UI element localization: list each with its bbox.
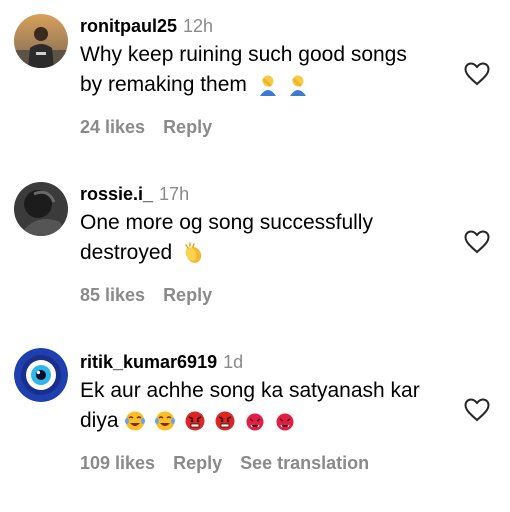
likes-count[interactable]: 85 likes (80, 285, 145, 305)
comment-text-line: One more og song successfully (80, 211, 373, 234)
timestamp: 17h (159, 184, 190, 204)
comment-text-line: by remaking them (80, 73, 247, 96)
username[interactable]: rossie.i_ (80, 184, 153, 204)
emoji-row (257, 74, 317, 97)
comment-actions: 24 likes Reply (80, 116, 450, 138)
comment-text-line-2: destroyed (80, 238, 450, 268)
face-with-tears-of-joy-emoji (125, 411, 146, 431)
comment-text: Why keep ruining such good songs by rema… (80, 40, 450, 100)
avatar[interactable] (14, 182, 68, 236)
reply-button[interactable]: Reply (163, 117, 212, 137)
ogre-emoji (276, 413, 295, 431)
see-translation-button[interactable]: See translation (240, 453, 369, 473)
comment-meta: ronitpaul25 12h (80, 14, 450, 38)
comment-text-line: Why keep ruining such good songs (80, 43, 407, 66)
angry-face-emoji (215, 411, 235, 431)
comment-text-line: diya (80, 409, 119, 432)
comment-meta: rossie.i_ 17h (80, 182, 450, 206)
clapping-hands-emoji (185, 242, 202, 264)
person-facepalming-emoji (289, 75, 306, 97)
avatar[interactable] (14, 348, 68, 402)
emoji-row (124, 410, 304, 432)
person-facepalming-emoji (259, 75, 276, 97)
likes-count[interactable]: 24 likes (80, 117, 145, 137)
comment-text-line-2: by remaking them (80, 70, 450, 100)
timestamp: 12h (183, 16, 214, 36)
heart-outline-icon[interactable] (464, 230, 490, 254)
comment-text-line-2: diya (80, 406, 450, 436)
comment-actions: 85 likes Reply (80, 284, 450, 306)
emoji-row (182, 242, 212, 264)
comment-meta: ritik_kumar6919 1d (80, 350, 450, 374)
heart-outline-icon[interactable] (464, 398, 490, 422)
angry-face-emoji (185, 411, 205, 431)
reply-button[interactable]: Reply (173, 453, 222, 473)
ogre-emoji (246, 413, 265, 431)
avatar[interactable] (14, 14, 68, 68)
likes-count[interactable]: 109 likes (80, 453, 155, 473)
comment-text-line: destroyed (80, 241, 173, 264)
comment-text: One more og song successfully destroyed (80, 208, 450, 268)
comment-text-line: Ek aur achhe song ka satyanash kar (80, 379, 420, 402)
comments-list: ronitpaul25 12h Why keep ruining such goo… (0, 0, 510, 512)
username[interactable]: ritik_kumar6919 (80, 352, 217, 372)
comment-text: Ek aur achhe song ka satyanash kar diya (80, 376, 450, 436)
timestamp: 1d (223, 352, 244, 372)
comment-actions: 109 likes Reply See translation (80, 452, 450, 474)
reply-button[interactable]: Reply (163, 285, 212, 305)
username[interactable]: ronitpaul25 (80, 16, 177, 36)
heart-outline-icon[interactable] (464, 62, 490, 86)
face-with-tears-of-joy-emoji (155, 411, 176, 431)
